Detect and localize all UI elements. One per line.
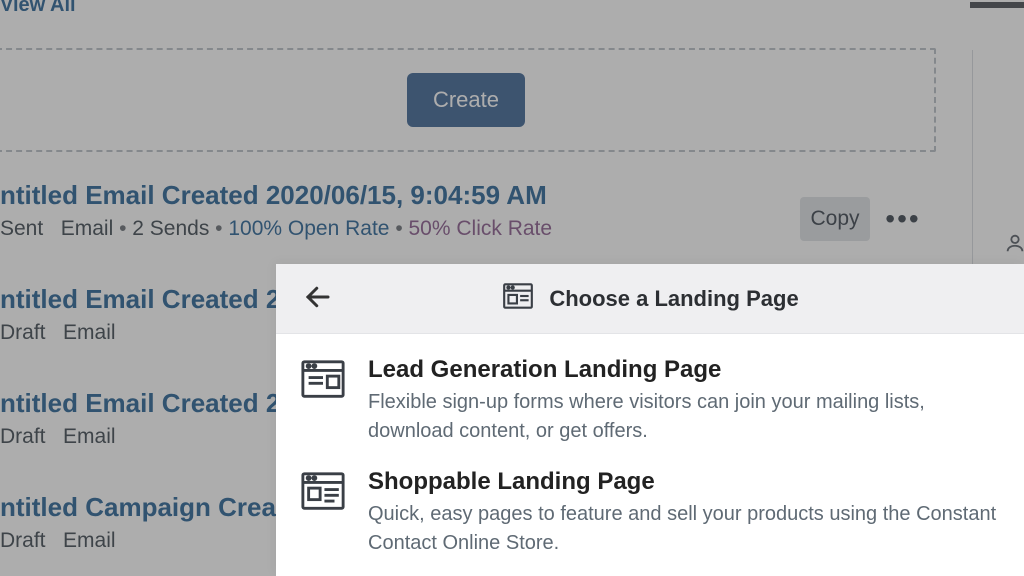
option-desc: Flexible sign-up forms where visitors ca…	[368, 388, 1000, 446]
back-button[interactable]	[298, 279, 338, 319]
shop-page-icon	[300, 468, 346, 514]
status-label: Draft	[0, 529, 46, 552]
landing-page-icon	[501, 279, 535, 318]
option-lead-generation[interactable]: Lead Generation Landing Page Flexible si…	[300, 356, 1000, 446]
campaign-title: ntitled Email Created 2020/06/15, 9:04:5…	[0, 180, 940, 211]
type-label: Email	[63, 425, 116, 448]
click-rate-label: 50% Click Rate	[395, 217, 552, 240]
open-rate-label: 100% Open Rate	[215, 217, 389, 240]
picker-title: Choose a Landing Page	[549, 286, 798, 312]
option-title: Shoppable Landing Page	[368, 468, 1000, 496]
status-label: Draft	[0, 321, 46, 344]
create-area: Create	[0, 48, 936, 152]
view-all-link[interactable]: View All	[0, 0, 76, 17]
create-button[interactable]: Create	[407, 73, 525, 127]
option-title: Lead Generation Landing Page	[368, 356, 1000, 384]
status-label: Draft	[0, 425, 46, 448]
more-actions-button[interactable]: •••	[880, 197, 926, 241]
landing-page-picker: Choose a Landing Page Lead Generation La…	[276, 264, 1024, 576]
sends-label: 2 Sends	[119, 217, 209, 240]
divider	[970, 2, 1024, 8]
type-label: Email	[63, 321, 116, 344]
option-desc: Quick, easy pages to feature and sell yo…	[368, 500, 1000, 558]
form-page-icon	[300, 356, 346, 402]
option-shoppable[interactable]: Shoppable Landing Page Quick, easy pages…	[300, 468, 1000, 558]
type-label: Email	[63, 529, 116, 552]
picker-header: Choose a Landing Page	[276, 264, 1024, 334]
type-label: Email	[61, 217, 114, 240]
status-label: Sent	[0, 217, 43, 240]
arrow-left-icon	[303, 282, 333, 312]
copy-button[interactable]: Copy	[800, 197, 870, 241]
profile-icon[interactable]	[1004, 232, 1024, 254]
campaign-meta: Sent Email 2 Sends 100% Open Rate 50% Cl…	[0, 217, 940, 241]
campaign-row[interactable]: ntitled Email Created 2020/06/15, 9:04:5…	[0, 180, 940, 241]
